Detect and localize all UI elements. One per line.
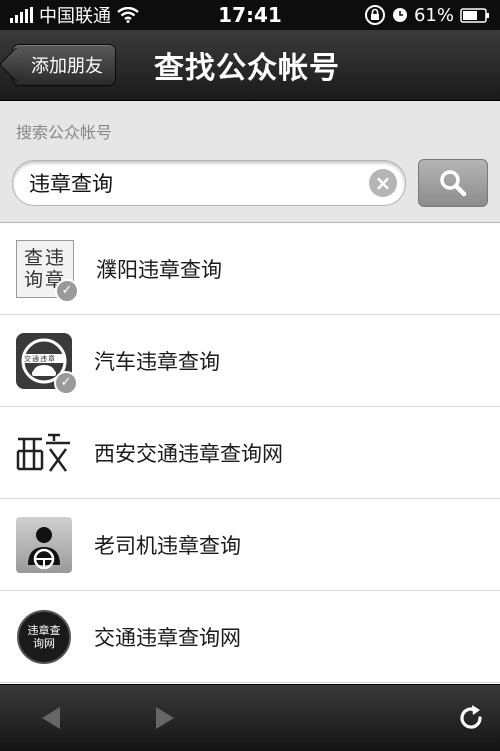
result-name: 西安交通违章查询网 xyxy=(94,441,283,466)
back-arrow-icon[interactable] xyxy=(42,707,60,729)
search-label: 搜索公众帐号 xyxy=(16,123,113,142)
results-list: 查违询章 ✓ 濮阳违章查询 交通违章 ✓ 汽车违章查询 西安交通违章查询网 老司… xyxy=(0,223,500,683)
bottom-toolbar xyxy=(0,684,500,751)
page-title: 查找公众帐号 xyxy=(154,51,340,86)
status-bar: 中国联通 17:41 61% xyxy=(0,0,500,30)
search-area: 搜索公众帐号 违章查询 × xyxy=(0,101,500,223)
alarm-icon xyxy=(392,8,407,22)
avatar xyxy=(16,425,72,481)
avatar: 交通违章 ✓ xyxy=(16,332,78,395)
search-input[interactable]: 违章查询 × xyxy=(12,160,406,206)
forward-arrow-icon[interactable] xyxy=(156,707,174,729)
avatar xyxy=(16,516,72,573)
avatar-circle: 违章查询网 xyxy=(17,609,71,664)
signal-icon xyxy=(10,7,33,23)
search-button[interactable] xyxy=(418,159,488,207)
back-button[interactable]: 添加朋友 xyxy=(12,44,116,86)
list-item[interactable]: 交通违章 ✓ 汽车违章查询 xyxy=(0,315,500,407)
status-time: 17:41 xyxy=(218,3,282,27)
refresh-icon[interactable] xyxy=(456,703,486,733)
navigation-bar: 添加朋友 查找公众帐号 xyxy=(0,30,500,101)
verified-icon: ✓ xyxy=(54,370,78,395)
result-name: 汽车违章查询 xyxy=(94,349,220,374)
rotation-lock-icon xyxy=(364,5,385,25)
status-left: 中国联通 xyxy=(10,2,139,28)
list-item[interactable]: 老司机违章查询 xyxy=(0,499,500,591)
avatar-label: 违章查询网 xyxy=(27,623,61,650)
driver-icon xyxy=(28,526,60,569)
status-right: 61% xyxy=(364,4,490,26)
result-name: 濮阳违章查询 xyxy=(96,257,222,282)
wifi-icon xyxy=(117,7,139,23)
search-input-value: 违章查询 xyxy=(29,172,113,196)
list-item[interactable]: 违章查询网 交通违章查询网 xyxy=(0,591,500,683)
avatar-label: 交通违章 xyxy=(24,354,56,363)
list-item[interactable]: 西安交通违章查询网 xyxy=(0,407,500,499)
back-button-label: 添加朋友 xyxy=(31,56,103,77)
verified-icon: ✓ xyxy=(55,278,79,303)
list-item[interactable]: 查违询章 ✓ 濮阳违章查询 xyxy=(0,223,500,315)
battery-icon xyxy=(460,7,489,23)
result-name: 交通违章查询网 xyxy=(94,625,241,650)
search-row: 违章查询 × xyxy=(0,159,500,207)
xian-logo-icon xyxy=(16,433,70,472)
avatar: 查违询章 ✓ xyxy=(16,239,79,303)
clear-icon[interactable]: × xyxy=(369,169,397,197)
battery-percent: 61% xyxy=(413,4,454,26)
avatar: 违章查询网 xyxy=(16,609,72,665)
result-name: 老司机违章查询 xyxy=(94,533,241,558)
carrier-name: 中国联通 xyxy=(39,6,111,27)
search-icon xyxy=(440,170,467,197)
